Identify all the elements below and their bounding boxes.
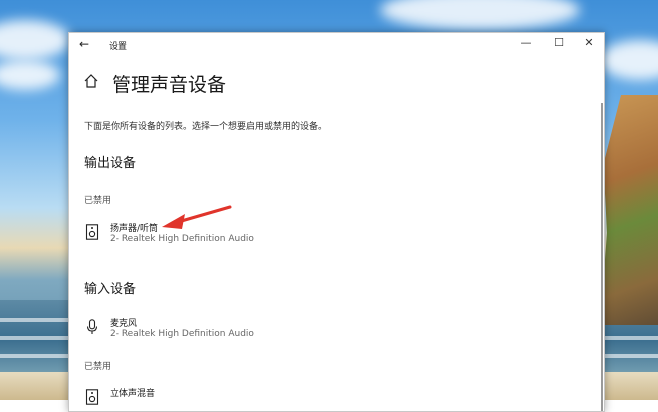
window-title: 设置	[109, 42, 128, 52]
home-icon[interactable]	[83, 73, 99, 89]
device-name: 立体声混音	[110, 389, 156, 399]
cloud	[600, 40, 658, 80]
microphone-icon	[86, 319, 98, 334]
device-microphone[interactable]: 麦克风 2- Realtek High Definition Audio	[83, 316, 503, 346]
back-button[interactable]: ←	[79, 37, 89, 51]
maximize-button[interactable]: ☐	[549, 36, 569, 49]
device-stereo-mix[interactable]: 立体声混音	[83, 386, 503, 411]
device-detail: 2- Realtek High Definition Audio	[110, 329, 254, 339]
close-button[interactable]: ✕	[579, 36, 599, 49]
cliff	[600, 95, 658, 325]
settings-window: ← 设置 — ☐ ✕ 管理声音设备 下面是你所有设备的列表。选择一个想要启用或禁…	[68, 32, 605, 412]
device-speaker[interactable]: 扬声器/听筒 2- Realtek High Definition Audio	[83, 221, 503, 251]
input-devices-heading: 输入设备	[84, 282, 137, 297]
device-name: 扬声器/听筒	[110, 224, 159, 234]
speaker-icon	[85, 389, 99, 405]
cloud	[0, 60, 60, 90]
minimize-button[interactable]: —	[516, 36, 536, 49]
device-detail: 2- Realtek High Definition Audio	[110, 234, 254, 244]
page-description: 下面是你所有设备的列表。选择一个想要启用或禁用的设备。	[84, 122, 328, 132]
output-disabled-label: 已禁用	[84, 196, 112, 206]
output-devices-heading: 输出设备	[84, 156, 137, 171]
page-title: 管理声音设备	[112, 74, 227, 96]
title-bar: ← 设置 — ☐ ✕	[69, 33, 604, 57]
cloud	[0, 20, 70, 60]
input-disabled-label: 已禁用	[84, 362, 112, 372]
scrollbar[interactable]	[601, 103, 603, 411]
device-name: 麦克风	[110, 319, 138, 329]
cloud	[380, 0, 580, 30]
speaker-icon	[85, 224, 99, 240]
